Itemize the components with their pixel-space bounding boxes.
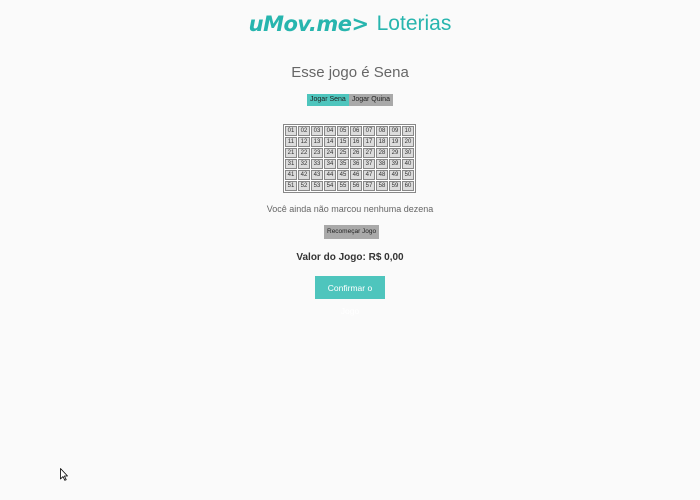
number-cell[interactable]: 44: [324, 170, 336, 180]
mouse-pointer-icon: [60, 468, 68, 481]
number-cell[interactable]: 18: [376, 137, 388, 147]
number-cell[interactable]: 49: [389, 170, 401, 180]
number-cell[interactable]: 08: [376, 126, 388, 136]
number-cell[interactable]: 35: [337, 159, 349, 169]
number-cell[interactable]: 48: [376, 170, 388, 180]
number-cell[interactable]: 15: [337, 137, 349, 147]
number-cell[interactable]: 22: [298, 148, 310, 158]
status-text: Você ainda não marcou nenhuma dezena: [266, 204, 434, 214]
number-cell[interactable]: 24: [324, 148, 336, 158]
number-cell[interactable]: 14: [324, 137, 336, 147]
number-cell[interactable]: 09: [389, 126, 401, 136]
number-cell[interactable]: 21: [285, 148, 297, 158]
number-cell[interactable]: 56: [350, 181, 362, 191]
number-cell[interactable]: 19: [389, 137, 401, 147]
number-cell[interactable]: 55: [337, 181, 349, 191]
number-cell[interactable]: 23: [311, 148, 323, 158]
number-cell[interactable]: 25: [337, 148, 349, 158]
number-cell[interactable]: 45: [337, 170, 349, 180]
number-row: 01 02 03 04 05 06 07 08 09 10: [285, 126, 414, 136]
number-cell[interactable]: 59: [389, 181, 401, 191]
number-cell[interactable]: 05: [337, 126, 349, 136]
number-cell[interactable]: 50: [402, 170, 414, 180]
header: uMov.me> Loterias: [0, 12, 700, 36]
game-value: Valor do Jogo: R$ 0,00: [0, 252, 700, 263]
number-cell[interactable]: 29: [389, 148, 401, 158]
number-cell[interactable]: 10: [402, 126, 414, 136]
number-cell[interactable]: 46: [350, 170, 362, 180]
number-cell[interactable]: 12: [298, 137, 310, 147]
number-cell[interactable]: 34: [324, 159, 336, 169]
number-cell[interactable]: 43: [311, 170, 323, 180]
number-cell[interactable]: 32: [298, 159, 310, 169]
number-cell[interactable]: 30: [402, 148, 414, 158]
game-tabs: Jogar Sena Jogar Quina: [0, 94, 700, 106]
number-cell[interactable]: 40: [402, 159, 414, 169]
number-cell[interactable]: 04: [324, 126, 336, 136]
game-value-amount: R$ 0,00: [368, 252, 404, 263]
tab-jogar-quina[interactable]: Jogar Quina: [348, 94, 393, 106]
number-cell[interactable]: 54: [324, 181, 336, 191]
number-grid: 01 02 03 04 05 06 07 08 09 10 11 12 13 14 15 16 17 18 19 20…: [283, 124, 416, 193]
number-row: 51 52 53 54 55 56 57 58 59 60: [285, 181, 414, 191]
number-cell[interactable]: 07: [363, 126, 375, 136]
number-cell[interactable]: 37: [363, 159, 375, 169]
game-value-label: Valor do Jogo:: [296, 252, 366, 263]
number-cell[interactable]: 11: [285, 137, 297, 147]
restart-game-button[interactable]: Recomeçar Jogo: [324, 225, 380, 239]
number-cell[interactable]: 01: [285, 126, 297, 136]
number-cell[interactable]: 47: [363, 170, 375, 180]
number-row: 21 22 23 24 25 26 27 28 29 30: [285, 148, 414, 158]
number-cell[interactable]: 27: [363, 148, 375, 158]
number-cell[interactable]: 17: [363, 137, 375, 147]
number-cell[interactable]: 13: [311, 137, 323, 147]
number-cell[interactable]: 51: [285, 181, 297, 191]
number-cell[interactable]: 28: [376, 148, 388, 158]
number-cell[interactable]: 57: [363, 181, 375, 191]
number-cell[interactable]: 03: [311, 126, 323, 136]
number-cell[interactable]: 02: [298, 126, 310, 136]
number-row: 31 32 33 34 35 36 37 38 39 40: [285, 159, 414, 169]
number-cell[interactable]: 36: [350, 159, 362, 169]
number-cell[interactable]: 52: [298, 181, 310, 191]
number-cell[interactable]: 38: [376, 159, 388, 169]
logo-arrow: >: [351, 12, 370, 36]
tab-jogar-sena[interactable]: Jogar Sena: [307, 94, 349, 106]
number-cell[interactable]: 16: [350, 137, 362, 147]
number-cell[interactable]: 41: [285, 170, 297, 180]
number-cell[interactable]: 60: [402, 181, 414, 191]
confirm-game-button[interactable]: Confirmar o Jogo: [315, 276, 385, 316]
number-cell[interactable]: 06: [350, 126, 362, 136]
number-row: 11 12 13 14 15 16 17 18 19 20: [285, 137, 414, 147]
number-cell[interactable]: 31: [285, 159, 297, 169]
number-row: 41 42 43 44 45 46 47 48 49 50: [285, 170, 414, 180]
number-cell[interactable]: 20: [402, 137, 414, 147]
number-cell[interactable]: 58: [376, 181, 388, 191]
logo-text: uMov.me: [248, 12, 352, 36]
number-cell[interactable]: 53: [311, 181, 323, 191]
number-cell[interactable]: 33: [311, 159, 323, 169]
number-cell[interactable]: 26: [350, 148, 362, 158]
page: uMov.me> Loterias Esse jogo é Sena Jogar …: [0, 0, 700, 500]
game-title: Esse jogo é Sena: [291, 64, 409, 81]
umovme-logo: uMov.me>: [249, 12, 369, 36]
number-cell[interactable]: 42: [298, 170, 310, 180]
number-cell[interactable]: 39: [389, 159, 401, 169]
header-title: Loterias: [376, 12, 452, 35]
